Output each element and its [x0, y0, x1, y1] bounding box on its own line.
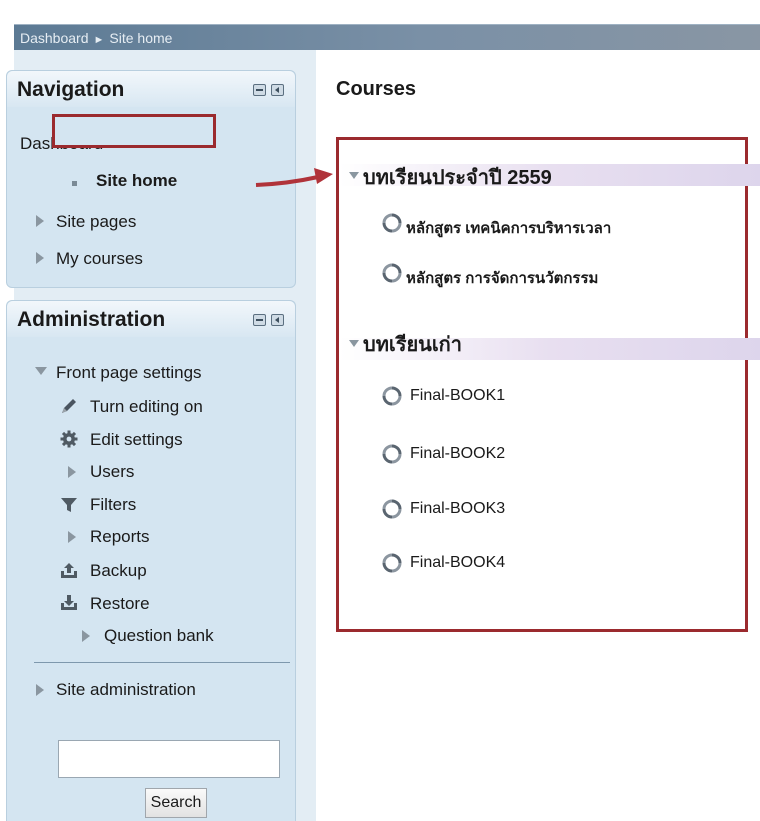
course-icon — [382, 386, 402, 406]
search-button[interactable]: Search — [145, 788, 207, 818]
expand-arrow-icon[interactable] — [36, 215, 44, 227]
admin-question-bank[interactable]: Question bank — [104, 626, 214, 646]
expand-arrow-icon[interactable] — [36, 252, 44, 264]
minimize-block-icon[interactable] — [253, 314, 266, 326]
course-link[interactable]: Final-BOOK1 — [410, 387, 505, 405]
course-icon — [382, 263, 402, 283]
category-title[interactable]: บทเรียนเก่า — [363, 328, 462, 360]
expand-arrow-icon[interactable] — [82, 630, 90, 642]
collapse-arrow-icon[interactable] — [35, 367, 47, 375]
breadcrumb-site-home-link[interactable]: Site home — [109, 30, 172, 46]
administration-title: Administration — [17, 308, 166, 331]
category-title[interactable]: บทเรียนประจำปี 2559 — [363, 161, 552, 193]
admin-users[interactable]: Users — [90, 462, 134, 482]
admin-turn-editing-on[interactable]: Turn editing on — [90, 397, 203, 417]
admin-filters[interactable]: Filters — [90, 495, 136, 515]
restore-icon — [61, 595, 77, 610]
course-link[interactable]: หลักสูตร เทคนิคการบริหารเวลา — [406, 216, 611, 240]
course-icon — [382, 444, 402, 464]
breadcrumb-dashboard-link[interactable]: Dashboard — [20, 30, 89, 46]
dock-block-icon[interactable] — [271, 314, 284, 326]
admin-site-administration[interactable]: Site administration — [56, 680, 196, 700]
collapse-arrow-icon[interactable] — [349, 172, 359, 179]
pencil-icon — [62, 399, 76, 413]
course-link[interactable]: หลักสูตร การจัดการนวัตกรรม — [406, 266, 598, 290]
admin-front-page-settings[interactable]: Front page settings — [56, 363, 202, 383]
gear-icon — [60, 430, 78, 448]
expand-arrow-icon[interactable] — [36, 684, 44, 696]
dock-block-icon[interactable] — [271, 84, 284, 96]
course-icon — [382, 499, 402, 519]
search-input[interactable] — [58, 740, 280, 778]
site-home-highlight — [52, 114, 216, 148]
course-icon — [382, 213, 402, 233]
breadcrumb: Dashboard ► Site home — [14, 24, 760, 50]
nav-item-site-home[interactable]: Site home — [96, 171, 177, 191]
admin-divider — [34, 662, 290, 663]
course-link[interactable]: Final-BOOK3 — [410, 500, 505, 518]
filter-icon — [61, 498, 77, 512]
admin-restore[interactable]: Restore — [90, 594, 150, 614]
collapse-arrow-icon[interactable] — [349, 340, 359, 347]
course-link[interactable]: Final-BOOK4 — [410, 554, 505, 572]
courses-heading: Courses — [336, 78, 417, 100]
course-icon — [382, 553, 402, 573]
navigation-title: Navigation — [17, 78, 125, 101]
admin-edit-settings[interactable]: Edit settings — [90, 430, 183, 450]
bullet-icon — [72, 181, 77, 186]
navigation-block-header: Navigation — [7, 71, 295, 107]
nav-item-site-pages[interactable]: Site pages — [56, 212, 136, 232]
backup-icon — [61, 563, 77, 578]
course-link[interactable]: Final-BOOK2 — [410, 445, 505, 463]
minimize-block-icon[interactable] — [253, 84, 266, 96]
nav-item-my-courses[interactable]: My courses — [56, 249, 143, 269]
expand-arrow-icon[interactable] — [68, 466, 76, 478]
expand-arrow-icon[interactable] — [68, 531, 76, 543]
admin-backup[interactable]: Backup — [90, 561, 147, 581]
admin-reports[interactable]: Reports — [90, 527, 150, 547]
breadcrumb-separator-icon: ► — [93, 34, 105, 46]
administration-block-header: Administration — [7, 301, 295, 337]
